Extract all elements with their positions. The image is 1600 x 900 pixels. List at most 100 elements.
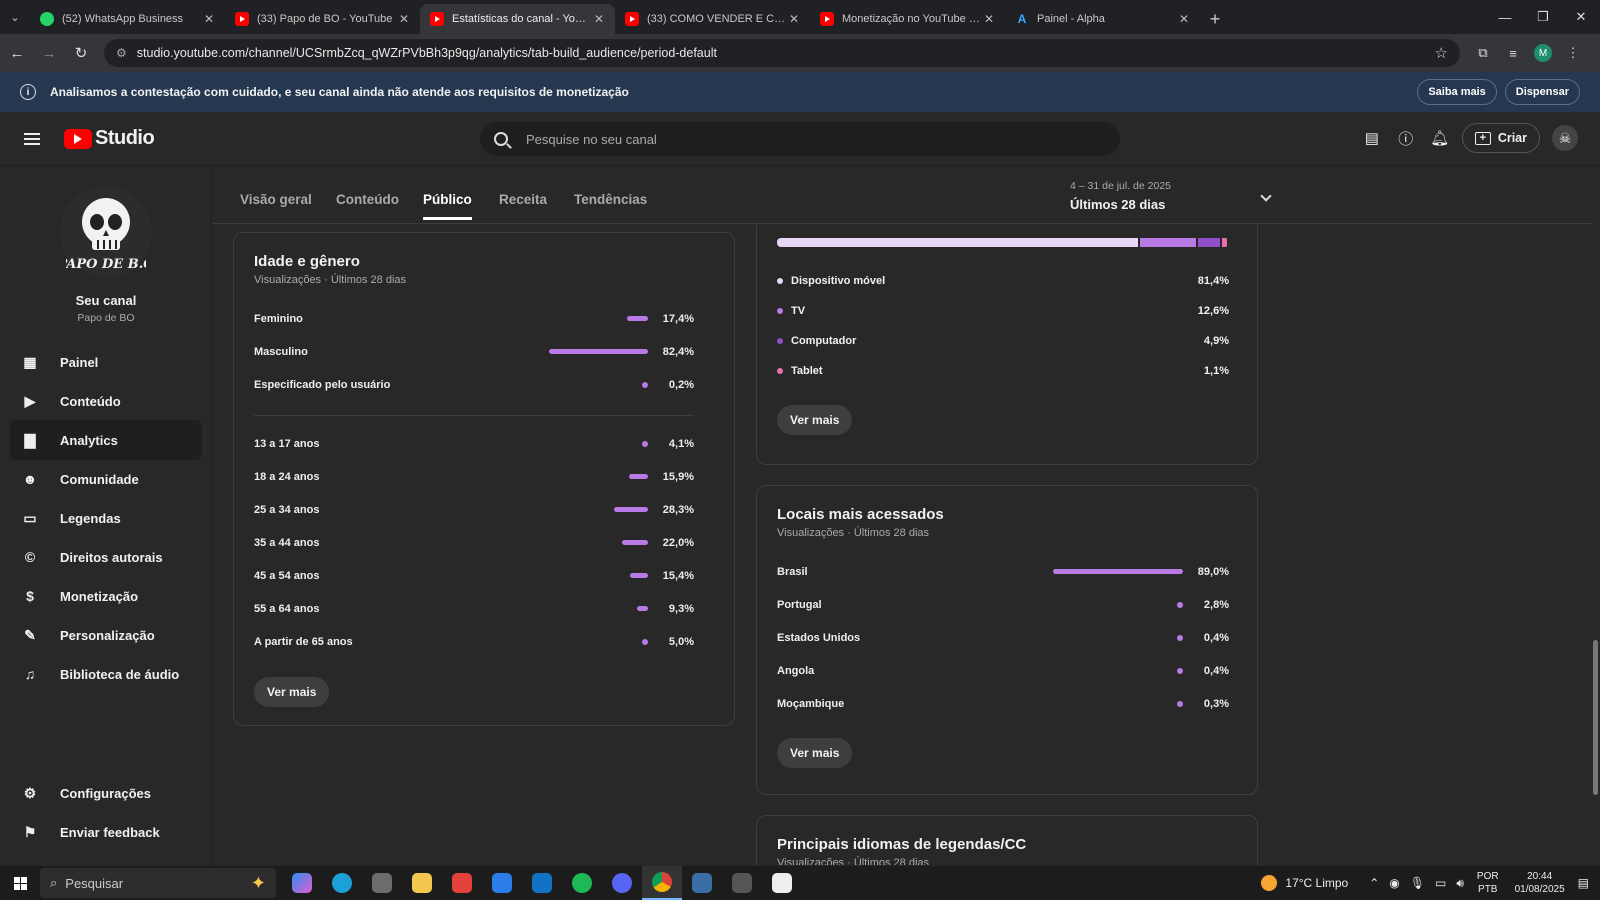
store-app-icon[interactable] — [362, 866, 402, 900]
windows-start-icon[interactable] — [0, 876, 40, 890]
sidebar-item-biblioteca-audio[interactable]: ♫ Biblioteca de áudio — [10, 654, 202, 694]
reload-icon[interactable]: ↻ — [66, 38, 96, 68]
tab-publico[interactable]: Público — [423, 192, 472, 220]
sidebar-item-conteudo[interactable]: ▶ Conteúdo — [10, 381, 202, 421]
tab-conteudo[interactable]: Conteúdo — [336, 192, 399, 207]
file-explorer-icon[interactable] — [402, 866, 442, 900]
url-text[interactable]: studio.youtube.com/channel/UCSrmbZcq_qWZ… — [137, 46, 1435, 60]
sidebar-item-label: Configurações — [60, 785, 152, 801]
skull-logo-icon: PAPO DE B.O — [66, 198, 146, 272]
browser-tab-active[interactable]: Estatísticas do canal - YouTube ✕ — [420, 4, 615, 34]
input-language[interactable]: POR PTB — [1477, 870, 1499, 896]
sidebar-item-analytics[interactable]: ▇ Analytics — [10, 420, 202, 460]
menu-icon[interactable] — [0, 137, 64, 140]
close-tab-icon[interactable]: ✕ — [786, 12, 802, 26]
sidebar-item-monetizacao[interactable]: $ Monetização — [10, 576, 202, 616]
microphone-icon[interactable]: 🎙︎ — [1410, 876, 1425, 890]
chevron-up-icon[interactable]: ⌃ — [1369, 876, 1379, 890]
network-icon[interactable]: ▭ — [1435, 876, 1446, 890]
outlook-icon[interactable] — [522, 866, 562, 900]
sidebar-item-comunidade[interactable]: ☻ Comunidade — [10, 459, 202, 499]
phone-link-icon[interactable] — [722, 866, 762, 900]
address-bar[interactable]: ⚙ studio.youtube.com/channel/UCSrmbZcq_q… — [104, 39, 1460, 67]
search-input[interactable] — [526, 131, 1106, 147]
messages-icon[interactable]: ▤ — [1356, 122, 1388, 154]
see-more-button[interactable]: Ver mais — [777, 738, 853, 768]
bell-icon[interactable]: 🔔︎ — [1424, 122, 1456, 154]
browser-tab[interactable]: A Painel - Alpha ✕ — [1005, 4, 1200, 34]
learn-more-button[interactable]: Saiba mais — [1417, 79, 1497, 105]
stat-percent: 15,9% — [662, 471, 694, 483]
sidebar-item-label: Monetização — [60, 588, 139, 604]
help-icon[interactable]: ⓘ — [1390, 122, 1422, 154]
period-selector[interactable]: 4 – 31 de jul. de 2025 Últimos 28 dias — [1070, 180, 1272, 212]
taskbar-search[interactable]: ⌕ Pesquisar ✦ — [40, 868, 276, 898]
tab-tendencias[interactable]: Tendências — [574, 192, 647, 207]
close-tab-icon[interactable]: ✕ — [1176, 12, 1192, 26]
sidebar-item-configuracoes[interactable]: ⚙ Configurações — [10, 773, 202, 813]
close-tab-icon[interactable]: ✕ — [981, 12, 997, 26]
sidebar-item-feedback[interactable]: ⚑ Enviar feedback — [10, 812, 202, 852]
minimize-icon[interactable]: — — [1486, 0, 1524, 34]
volume-icon[interactable]: 🔊︎ — [1456, 876, 1464, 891]
new-tab-icon[interactable]: + — [1200, 4, 1230, 34]
stat-percent: 89,0% — [1197, 566, 1229, 578]
camera-icon[interactable]: ◉ — [1389, 876, 1399, 890]
close-window-icon[interactable]: ✕ — [1562, 0, 1600, 34]
profile-avatar[interactable]: M — [1534, 44, 1552, 62]
browser-tab[interactable]: (33) COMO VENDER E COMPRA✕ — [615, 4, 810, 34]
tab-visao-geral[interactable]: Visão geral — [240, 192, 312, 207]
tab-search-chevron-icon[interactable]: ⌄ — [0, 0, 30, 34]
media-controls-icon[interactable]: ≡ — [1498, 39, 1528, 67]
stat-dot — [642, 639, 648, 645]
calculator-icon[interactable] — [682, 866, 722, 900]
device-segment — [1140, 238, 1197, 247]
notifications-icon[interactable]: ▤ — [1578, 876, 1589, 890]
close-tab-icon[interactable]: ✕ — [201, 12, 217, 26]
weather-widget[interactable]: 17°C Limpo — [1261, 875, 1348, 891]
stat-dot — [1177, 668, 1183, 674]
stat-bar — [627, 316, 648, 321]
sidebar-item-personalizacao[interactable]: ✎ Personalização — [10, 615, 202, 655]
account-avatar[interactable]: ☠ — [1552, 125, 1578, 151]
studio-logo[interactable]: Studio — [64, 127, 155, 150]
spotify-icon[interactable] — [562, 866, 602, 900]
close-tab-icon[interactable]: ✕ — [396, 12, 412, 26]
see-more-button[interactable]: Ver mais — [777, 405, 853, 435]
copilot-icon[interactable] — [282, 866, 322, 900]
create-button[interactable]: + Criar — [1461, 123, 1540, 153]
close-tab-icon[interactable]: ✕ — [591, 12, 607, 26]
edge-icon[interactable] — [322, 866, 362, 900]
tab-receita[interactable]: Receita — [499, 192, 547, 207]
sidebar-item-direitos-autorais[interactable]: © Direitos autorais — [10, 537, 202, 577]
browser-menu-icon[interactable]: ⋮ — [1558, 39, 1588, 67]
chrome-icon[interactable] — [642, 866, 682, 900]
capcut-icon[interactable] — [762, 866, 802, 900]
browser-tab[interactable]: (33) Papo de BO - YouTube ✕ — [225, 4, 420, 34]
browser-tab[interactable]: (52) WhatsApp Business ✕ — [30, 4, 225, 34]
microsoft-store-icon[interactable] — [482, 866, 522, 900]
channel-avatar[interactable]: PAPO DE B.O — [60, 186, 152, 278]
site-info-icon[interactable]: ⚙ — [116, 46, 127, 60]
extensions-icon[interactable]: ⧉ — [1468, 39, 1498, 67]
top-locations-card: Locais mais acessados Visualizações · Úl… — [756, 485, 1258, 795]
discord-icon[interactable] — [602, 866, 642, 900]
scrollbar[interactable] — [1593, 640, 1598, 795]
clock[interactable]: 20:44 01/08/2025 — [1515, 870, 1565, 896]
restore-icon[interactable]: ❐ — [1524, 0, 1562, 34]
see-more-button[interactable]: Ver mais — [254, 677, 330, 707]
sidebar-item-label: Direitos autorais — [60, 549, 163, 565]
bookmark-star-icon[interactable]: ☆ — [1435, 44, 1448, 62]
anydesk-icon[interactable] — [442, 866, 482, 900]
sidebar-item-painel[interactable]: ▦ Painel — [10, 342, 202, 382]
forward-arrow-icon[interactable]: → — [34, 38, 64, 68]
device-label: Dispositivo móvel — [791, 275, 886, 287]
channel-title: Seu canal — [75, 293, 137, 308]
dismiss-button[interactable]: Dispensar — [1504, 79, 1580, 105]
browser-tab[interactable]: Monetização no YouTube - You ✕ — [810, 4, 1005, 34]
back-arrow-icon[interactable]: ← — [2, 38, 32, 68]
taskbar-search-placeholder: Pesquisar — [65, 875, 124, 891]
channel-search[interactable] — [480, 122, 1120, 156]
sidebar-item-legendas[interactable]: ▭ Legendas — [10, 498, 202, 538]
sidebar: PAPO DE B.O Seu canal Papo de BO ▦ Painel… — [0, 166, 212, 866]
